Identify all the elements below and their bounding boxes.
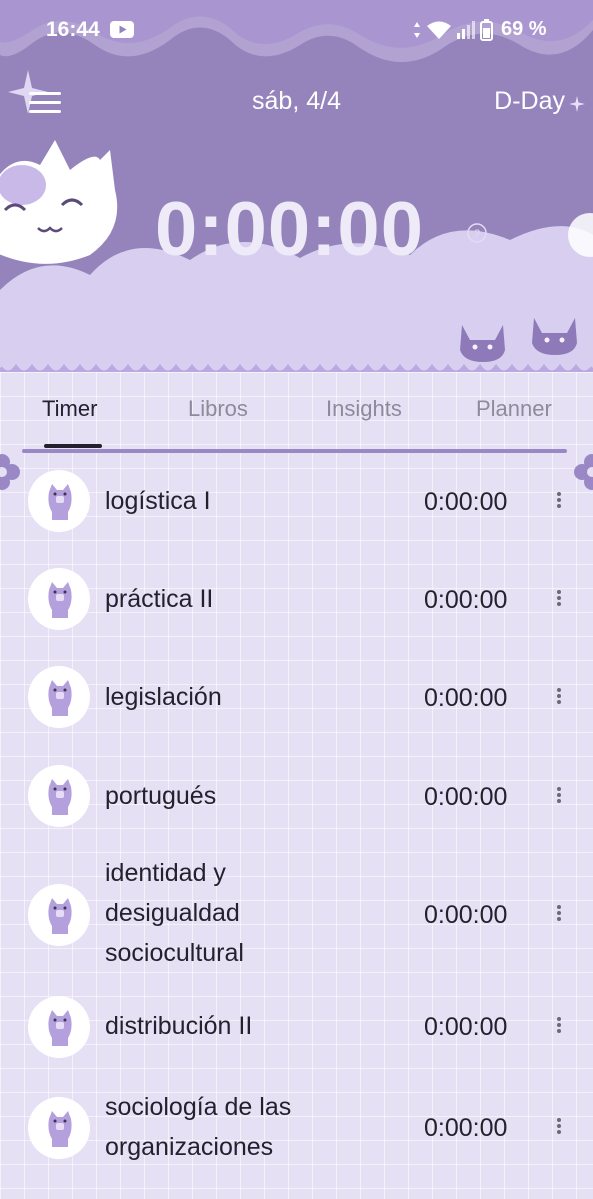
subject-time: 0:00:00 <box>424 488 508 516</box>
more-vert-icon[interactable] <box>552 490 566 512</box>
subject-row[interactable]: sociología de las organizaciones 0:00:00 <box>0 1084 593 1194</box>
subject-row[interactable]: práctica II 0:00:00 <box>0 550 593 649</box>
status-bar: 16:44 69 % <box>0 12 593 48</box>
subject-time: 0:00:00 <box>424 586 508 614</box>
subject-time: 0:00:00 <box>424 901 508 929</box>
cat-avatar-icon <box>28 568 90 630</box>
tab-timer[interactable]: Timer <box>42 396 97 422</box>
battery-icon <box>480 18 493 41</box>
more-vert-icon[interactable] <box>552 903 566 925</box>
total-timer: 0:00:00 <box>155 187 424 272</box>
subject-name: legislación <box>105 683 222 711</box>
cat-avatar-icon <box>28 765 90 827</box>
youtube-icon <box>110 21 134 38</box>
subject-name: práctica II <box>105 585 214 613</box>
subject-time: 0:00:00 <box>424 783 508 811</box>
svg-text:?: ? <box>474 228 480 240</box>
question-icon[interactable]: ? <box>466 222 488 244</box>
subject-row[interactable]: identidad y desigualdad sociocultural 0:… <box>0 838 593 986</box>
more-vert-icon[interactable] <box>552 1015 566 1037</box>
subject-row[interactable]: logística I 0:00:00 <box>0 452 593 550</box>
subject-list: logística I 0:00:00 práctica II 0:00:00 … <box>0 452 593 1194</box>
subject-time: 0:00:00 <box>424 684 508 712</box>
signal-icon <box>457 20 475 39</box>
cat-avatar-icon <box>28 1097 90 1159</box>
subject-name: distribución II <box>105 1012 253 1040</box>
cat-avatar-icon <box>28 666 90 728</box>
subject-name: sociología de las organizaciones <box>105 1093 292 1161</box>
subject-row[interactable]: distribución II 0:00:00 <box>0 986 593 1084</box>
subject-name: identidad y desigualdad sociocultural <box>105 859 244 967</box>
more-vert-icon[interactable] <box>552 785 566 807</box>
status-icons: 69 % <box>412 18 547 41</box>
subject-name: portugués <box>105 782 217 810</box>
subject-time: 0:00:00 <box>424 1013 508 1041</box>
vibrate-icon <box>414 21 420 38</box>
more-vert-icon[interactable] <box>552 686 566 708</box>
subject-row[interactable]: portugués 0:00:00 <box>0 748 593 838</box>
header: 16:44 69 % sáb, 4/4 D-Day 0:00:00 ? <box>0 0 593 372</box>
dday-button[interactable]: D-Day <box>494 87 565 116</box>
tab-insights[interactable]: Insights <box>326 396 402 422</box>
tab-active-indicator <box>44 444 102 448</box>
cat-avatar-icon <box>28 470 90 532</box>
subject-time: 0:00:00 <box>424 1114 508 1142</box>
subject-name: logística I <box>105 487 211 515</box>
cat-avatar-icon <box>28 884 90 946</box>
more-vert-icon[interactable] <box>552 1116 566 1138</box>
more-vert-icon[interactable] <box>552 588 566 610</box>
sparkle-icon <box>569 96 585 112</box>
cat-illustration <box>0 140 118 264</box>
battery-percent: 69 % <box>501 18 547 40</box>
tab-planner[interactable]: Planner <box>476 396 552 422</box>
tab-libros[interactable]: Libros <box>188 396 248 422</box>
tab-bar: Timer Libros Insights Planner <box>0 372 593 453</box>
cat-avatar-icon <box>28 996 90 1058</box>
subject-row[interactable]: legislación 0:00:00 <box>0 649 593 748</box>
status-time: 16:44 <box>46 18 100 41</box>
wifi-icon <box>427 21 451 39</box>
